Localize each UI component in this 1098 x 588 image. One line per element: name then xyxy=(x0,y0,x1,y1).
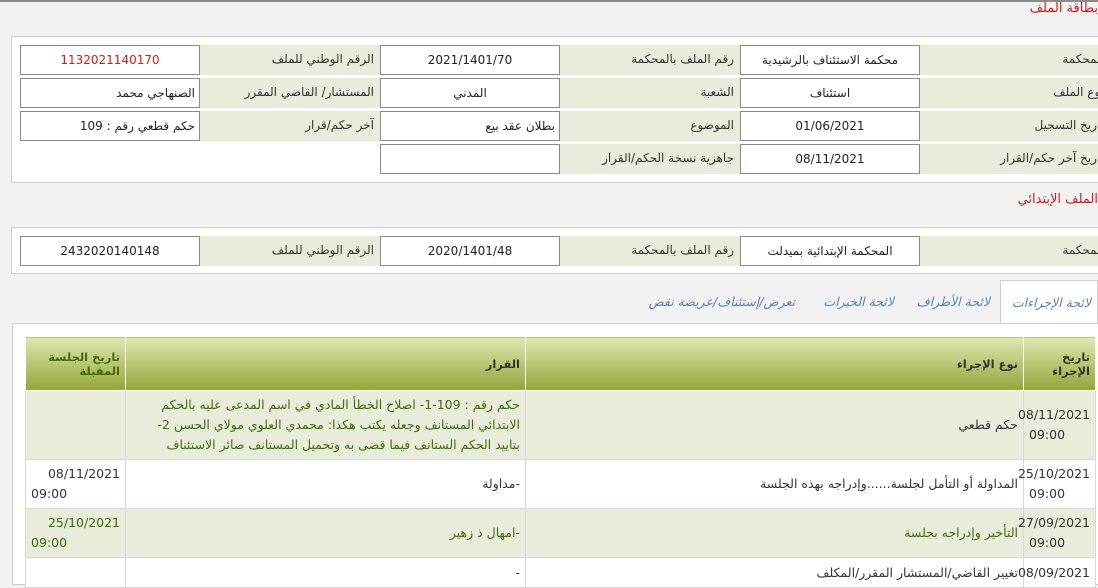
initial-court-file-label: رقم الملف بالمحكمة xyxy=(560,236,740,266)
next-session-time: 09:00 xyxy=(31,486,68,501)
procedure-decision: حكم رقم : 109-1- اصلاح الخطأ المادي في ا… xyxy=(125,390,526,460)
last-judgment-label: آخر حكم/قرار xyxy=(200,111,380,141)
file-card-panel: المحكمة محكمة الاستئناف بالرشيدية رقم ال… xyxy=(11,36,1098,183)
procedure-time: 09:00 xyxy=(1029,427,1066,442)
next-session-date: 25/10/2021 xyxy=(47,515,120,530)
initial-court-file-value: 2020/1401/48 xyxy=(380,236,560,266)
procedure-time: 09:00 xyxy=(1029,486,1066,501)
initial-national-number-label: الرقم الوطني للملف xyxy=(200,236,380,266)
top-border xyxy=(0,0,1098,2)
last-judgment-date-value: 08/11/2021 xyxy=(740,144,920,174)
copy-ready-value xyxy=(380,144,560,174)
header-procedure-type[interactable]: نوع الإجراء xyxy=(525,336,1024,391)
registration-date-label: تاريخ التسجيل xyxy=(920,111,1098,141)
last-judgment-date-label: تاريخ آخر حكم/القرار xyxy=(920,144,1098,174)
court-value: محكمة الاستئناف بالرشيدية xyxy=(740,45,920,75)
table-row[interactable]: 08/11/2021 09:00 حكم قطعي حكم رقم : 109-… xyxy=(25,390,1096,460)
procedure-type: التأخير وإدراجه بجلسة xyxy=(525,508,1024,558)
procedure-time: 09:00 xyxy=(1029,535,1066,550)
header-next-session-date[interactable]: تاريخ الجلسة المقبلة xyxy=(25,336,126,391)
file-type-label: نوع الملف xyxy=(920,78,1098,108)
judge-value: الصنهاجي محمد xyxy=(20,78,200,108)
procedure-date-cell: 27/09/2021 09:00 xyxy=(1017,508,1096,558)
procedure-date: 08/09/2021 xyxy=(1017,564,1090,580)
table-header-row: تاريخ الإجراء نوع الإجراء القرار تاريخ ا… xyxy=(25,336,1096,391)
next-session-cell xyxy=(25,557,126,588)
header-procedure-date[interactable]: تاريخ الإجراء xyxy=(1023,336,1096,391)
tab-expertise[interactable]: لائحة الخبرات xyxy=(812,280,894,324)
registration-date-value: 01/06/2021 xyxy=(740,111,920,141)
branch-value: المدني xyxy=(380,78,560,108)
initial-court-label: المحكمة xyxy=(920,236,1098,266)
court-file-value: 2021/1401/70 xyxy=(380,45,560,75)
file-card-title: بطاقة الملف xyxy=(1029,1,1098,16)
judge-label: المستشار/ القاضي المقرر xyxy=(200,78,380,108)
procedure-date-cell: 25/10/2021 09:00 xyxy=(1017,459,1096,509)
next-session-cell: 25/10/2021 09:00 xyxy=(25,508,126,558)
procedure-decision: - xyxy=(125,557,526,588)
procedure-date: 27/09/2021 xyxy=(1017,515,1090,530)
file-type-value: استئناف xyxy=(740,78,920,108)
initial-file-title: الملف الإبتدائي xyxy=(1017,192,1098,207)
last-judgment-value: حكم قطعي رقم : 109 xyxy=(20,111,200,141)
procedure-date-cell: 08/09/2021 xyxy=(1017,557,1096,588)
procedure-decision: -امهال ذ زهير xyxy=(125,508,526,558)
subject-value: بطلان عقد بيع xyxy=(380,111,560,141)
tab-parties[interactable]: لائحة الأطراف xyxy=(905,280,990,324)
table-row[interactable]: 25/10/2021 09:00 المداولة أو التأمل لجلس… xyxy=(25,459,1096,509)
next-session-time: 09:00 xyxy=(31,535,68,550)
next-session-cell: 08/11/2021 09:00 xyxy=(25,459,126,509)
next-session-cell xyxy=(25,390,126,460)
procedure-type: تغيير القاضي/المستشار المقرر/المكلف xyxy=(525,557,1024,588)
tab-appeals[interactable]: تعرض/إستئناف/عريضة نقض xyxy=(640,280,795,324)
copy-ready-label: جاهزية نسخة الحكم/القرار xyxy=(560,144,740,174)
branch-label: الشعبة xyxy=(560,78,740,108)
table-row[interactable]: 08/09/2021 تغيير القاضي/المستشار المقرر/… xyxy=(25,557,1096,588)
subject-label: الموضوع xyxy=(560,111,740,141)
tab-procedures[interactable]: لائحة الإجراءات xyxy=(1000,280,1098,325)
procedure-type: حكم قطعي xyxy=(525,390,1024,460)
procedures-table: تاريخ الإجراء نوع الإجراء القرار تاريخ ا… xyxy=(25,336,1096,588)
national-number-value: 1132021140170 xyxy=(20,45,200,75)
court-label: المحكمة xyxy=(920,45,1098,75)
national-number-label: الرقم الوطني للملف xyxy=(200,45,380,75)
table-row[interactable]: 27/09/2021 09:00 التأخير وإدراجه بجلسة -… xyxy=(25,508,1096,558)
initial-court-value: المحكمة الإبتدائية بميدلت xyxy=(740,236,920,266)
procedure-date: 08/11/2021 xyxy=(1017,407,1090,422)
procedure-type: المداولة أو التأمل لجلسة......وإدراجه به… xyxy=(525,459,1024,509)
initial-file-panel: المحكمة المحكمة الإبتدائية بميدلت رقم ال… xyxy=(11,227,1098,274)
procedure-date-cell: 08/11/2021 09:00 xyxy=(1017,390,1096,460)
procedure-decision: -مداولة xyxy=(125,459,526,509)
procedures-panel: تاريخ الإجراء نوع الإجراء القرار تاريخ ا… xyxy=(12,323,1098,588)
initial-national-number-value: 2432020140148 xyxy=(20,236,200,266)
procedure-date: 25/10/2021 xyxy=(1017,466,1090,481)
court-file-label: رقم الملف بالمحكمة xyxy=(560,45,740,75)
header-decision[interactable]: القرار xyxy=(125,336,526,391)
next-session-date: 08/11/2021 xyxy=(47,466,120,481)
tab-bar: لائحة الإجراءات لائحة الأطراف لائحة الخب… xyxy=(0,280,1098,325)
